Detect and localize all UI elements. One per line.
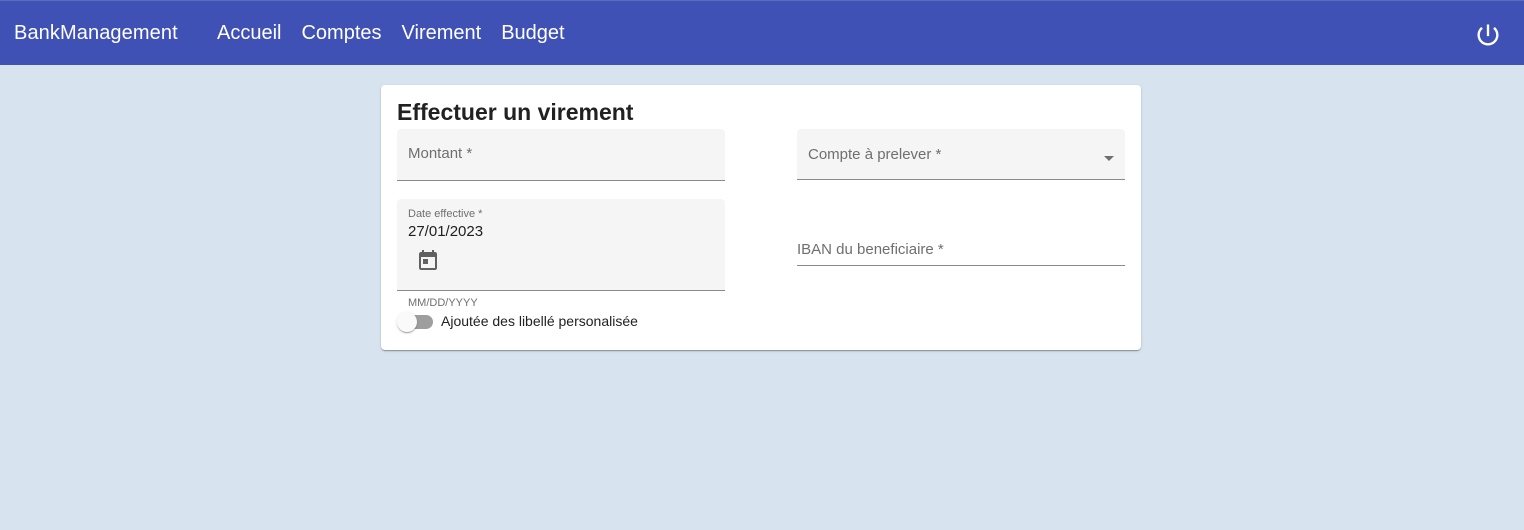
nav-accueil[interactable]: Accueil <box>207 21 291 45</box>
toggle-thumb <box>397 312 417 332</box>
dropdown-arrow-icon <box>1104 156 1114 161</box>
nav-virement[interactable]: Virement <box>392 21 492 45</box>
montant-field[interactable]: Montant * <box>397 129 725 181</box>
nav-budget[interactable]: Budget <box>491 21 574 45</box>
iban-label: IBAN du beneficiaire * <box>797 241 944 258</box>
power-icon[interactable] <box>1474 21 1502 49</box>
main-nav: Accueil Comptes Virement Budget <box>207 21 575 45</box>
page-title: Effectuer un virement <box>397 99 634 125</box>
compte-select[interactable]: Compte à prelever * <box>797 129 1125 180</box>
date-format-hint: MM/DD/YYYY <box>408 297 478 309</box>
date-field[interactable]: Date effective * 27/01/2023 <box>397 199 725 291</box>
toggle-label: Ajoutée des libellé personalisée <box>441 313 638 329</box>
custom-label-toggle[interactable]: Ajoutée des libellé personalisée <box>397 311 657 333</box>
compte-label: Compte à prelever * <box>808 146 942 163</box>
brand-title[interactable]: BankManagement <box>14 21 178 45</box>
calendar-icon[interactable] <box>416 249 440 273</box>
top-toolbar: BankManagement Accueil Comptes Virement … <box>0 0 1524 65</box>
date-value: 27/01/2023 <box>408 223 484 240</box>
date-label: Date effective * <box>408 208 483 220</box>
nav-comptes[interactable]: Comptes <box>291 21 391 45</box>
montant-label: Montant * <box>408 145 473 162</box>
transfer-card: Effectuer un virement Montant * Compte à… <box>381 85 1141 350</box>
iban-field[interactable]: IBAN du beneficiaire * <box>797 235 1125 266</box>
